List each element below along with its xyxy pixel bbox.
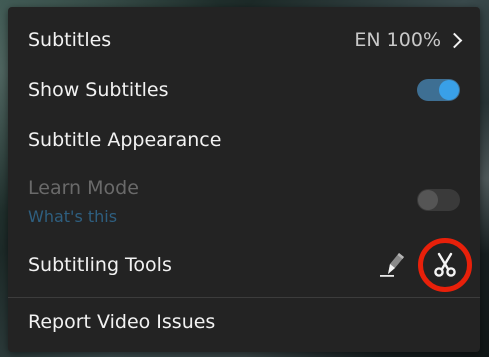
subtitles-value: EN 100% [354, 29, 463, 51]
subtitling-tools-label: Subtitling Tools [28, 254, 172, 276]
menu-item-subtitle-appearance[interactable]: Subtitle Appearance [8, 115, 480, 165]
show-subtitles-toggle[interactable] [417, 79, 460, 101]
learn-mode-label: Learn Mode [28, 177, 139, 199]
subtitles-language-value: EN 100% [354, 29, 441, 51]
menu-item-subtitling-tools: Subtitling Tools [8, 237, 480, 293]
menu-item-show-subtitles[interactable]: Show Subtitles [8, 65, 480, 115]
chevron-right-icon [446, 32, 463, 48]
subtitles-label: Subtitles [28, 29, 112, 51]
toggle-knob [418, 190, 438, 210]
scissors-icon [434, 252, 456, 277]
report-video-issues-label: Report Video Issues [28, 311, 216, 333]
menu-item-learn-mode: Learn Mode What's this [8, 165, 480, 235]
toggle-knob [439, 80, 459, 100]
menu-item-subtitles[interactable]: Subtitles EN 100% [8, 15, 480, 65]
subtitle-appearance-label: Subtitle Appearance [28, 129, 222, 151]
show-subtitles-label: Show Subtitles [28, 79, 169, 101]
pencil-edit-icon[interactable] [378, 250, 408, 280]
menu-item-report-video-issues[interactable]: Report Video Issues [8, 297, 480, 347]
subtitling-tools-icons [378, 237, 472, 293]
whats-this-link[interactable]: What's this [28, 207, 117, 226]
subtitle-settings-menu: Subtitles EN 100% Show Subtitles Subtitl… [8, 7, 480, 352]
scissors-highlight-ring[interactable] [418, 238, 472, 292]
learn-mode-toggle[interactable] [417, 189, 460, 211]
